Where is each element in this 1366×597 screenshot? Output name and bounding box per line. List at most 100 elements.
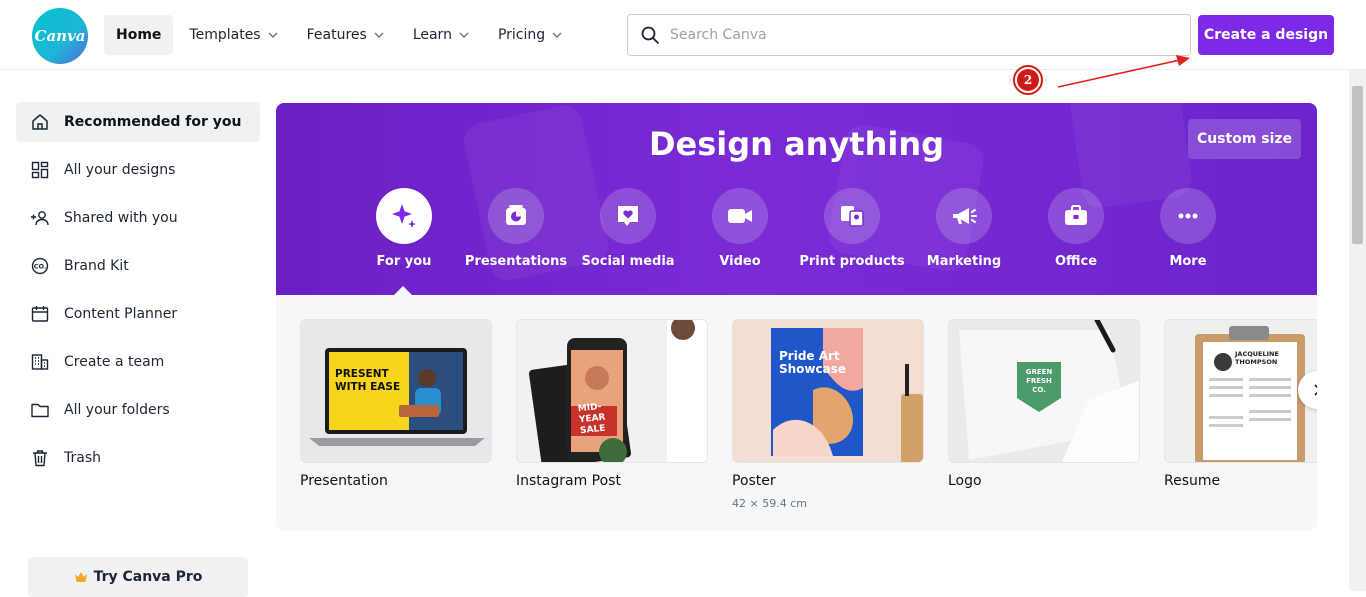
category-video[interactable]: Video (684, 188, 796, 269)
nav-templates[interactable]: Templates (177, 15, 290, 55)
create-design-button[interactable]: Create a design (1198, 15, 1334, 55)
brand-icon: CO. (31, 257, 49, 275)
category-label: Print products (799, 254, 905, 269)
category-social-media[interactable]: Social media (572, 188, 684, 269)
trash-icon (33, 450, 47, 467)
sparkle-icon (392, 204, 416, 228)
calendar-icon (31, 306, 49, 322)
custom-size-button[interactable]: Custom size (1188, 119, 1301, 159)
megaphone-icon (953, 208, 977, 224)
heart-chat-icon (618, 206, 638, 226)
category-label: For you (376, 254, 432, 269)
template-thumbnail: MID-YEAR SALE (516, 319, 708, 463)
thumbnail-text: GREEN FRESH CO. (1025, 368, 1053, 394)
template-thumbnail: PRESENT WITH EASE (300, 319, 492, 463)
sidebar-item-trash[interactable]: Trash (16, 438, 260, 478)
thumbnail-text: MID-YEAR SALE (577, 401, 607, 437)
sidebar-item-create-team[interactable]: Create a team (16, 342, 260, 382)
sidebar-item-all-designs[interactable]: All your designs (16, 150, 260, 190)
chevron-down-icon (268, 32, 278, 38)
category-for-you[interactable]: For you (348, 188, 460, 269)
sidebar: Recommended for you All your designs Sha… (16, 102, 260, 486)
poster-illustration (771, 328, 923, 462)
category-icon-wrap (1160, 188, 1216, 244)
thumbnail-text: JACQUELINE THOMPSON (1235, 350, 1279, 366)
template-title: Resume (1164, 473, 1221, 489)
banner-title: Design anything (648, 125, 945, 163)
template-title: Presentation (300, 473, 388, 489)
nav-pricing[interactable]: Pricing (486, 15, 575, 55)
category-icon-wrap (376, 188, 432, 244)
template-card-instagram-post[interactable]: MID-YEAR SALE Instagram Post (516, 319, 708, 489)
template-carousel: PRESENT WITH EASE Presentation MID-YEAR … (276, 295, 1317, 531)
category-print-products[interactable]: Print products (796, 188, 908, 269)
chevron-down-icon (459, 32, 469, 38)
category-icon-wrap (824, 188, 880, 244)
video-icon (728, 209, 752, 223)
category-label: Presentations (464, 254, 568, 269)
template-thumbnail: Pride Art Showcase (732, 319, 924, 463)
category-label: Marketing (926, 254, 1002, 269)
category-label: Video (719, 254, 761, 269)
template-title: Poster (732, 473, 776, 489)
template-size: 42 × 59.4 cm (732, 497, 807, 510)
grid-icon (31, 161, 49, 179)
category-more[interactable]: More (1132, 188, 1244, 269)
main-nav: Home Templates Features Learn Pricing (104, 15, 575, 55)
sidebar-item-brand-kit[interactable]: CO. Brand Kit (16, 246, 260, 286)
step-annotation: 2 (1013, 65, 1043, 95)
search-input[interactable] (670, 27, 1178, 43)
category-icon-wrap (600, 188, 656, 244)
template-card-poster[interactable]: Pride Art Showcase Poster 42 × 59.4 cm (732, 319, 924, 510)
folder-icon (31, 403, 49, 418)
people-icon (31, 211, 49, 226)
briefcase-icon (1065, 205, 1087, 225)
category-icon-wrap (488, 188, 544, 244)
sidebar-item-shared[interactable]: Shared with you (16, 198, 260, 238)
template-card-presentation[interactable]: PRESENT WITH EASE Presentation (300, 319, 492, 489)
category-icon-wrap (936, 188, 992, 244)
category-label: Social media (581, 254, 675, 269)
sidebar-item-content-planner[interactable]: Content Planner (16, 294, 260, 334)
category-label: Office (1054, 254, 1098, 269)
building-icon (31, 354, 49, 370)
resume-illustration (1195, 326, 1305, 462)
try-pro-button[interactable]: Try Canva Pro (28, 557, 248, 597)
phone-illustration (528, 320, 707, 462)
search-icon (641, 26, 659, 44)
search-box (627, 14, 1191, 56)
category-icon-wrap (712, 188, 768, 244)
sidebar-item-folders[interactable]: All your folders (16, 390, 260, 430)
category-marketing[interactable]: Marketing (908, 188, 1020, 269)
nav-learn[interactable]: Learn (401, 15, 482, 55)
presentation-icon (506, 205, 526, 225)
more-icon (1178, 213, 1198, 219)
nav-features[interactable]: Features (295, 15, 397, 55)
category-label: More (1169, 254, 1207, 269)
home-icon (32, 114, 48, 130)
design-banner: Design anything Custom size For you Pres… (276, 103, 1317, 295)
category-icon-wrap (1048, 188, 1104, 244)
crown-icon (74, 572, 87, 582)
chevron-down-icon (552, 32, 562, 38)
category-list: For you Presentations Social media Video… (348, 188, 1244, 269)
chevron-right-icon (1314, 384, 1317, 396)
thumbnail-text: PRESENT WITH EASE (335, 368, 401, 393)
canva-logo[interactable]: Canva (32, 8, 88, 64)
thumbnail-text: Pride Art Showcase (779, 349, 847, 376)
selected-category-pointer (393, 286, 413, 295)
annotation-arrow (1057, 55, 1190, 88)
nav-home[interactable]: Home (104, 15, 174, 55)
template-card-logo[interactable]: GREEN FRESH CO. Logo (948, 319, 1140, 489)
template-title: Instagram Post (516, 473, 621, 489)
template-thumbnail: JACQUELINE THOMPSON (1164, 319, 1317, 463)
scrollbar-thumb[interactable] (1352, 86, 1363, 244)
template-card-resume[interactable]: JACQUELINE THOMPSON Resume (1164, 319, 1317, 489)
category-office[interactable]: Office (1020, 188, 1132, 269)
sidebar-item-recommended[interactable]: Recommended for you (16, 102, 260, 142)
category-presentations[interactable]: Presentations (460, 188, 572, 269)
svg-text:CO.: CO. (34, 263, 47, 271)
template-title: Logo (948, 473, 982, 489)
print-icon (841, 206, 864, 227)
template-thumbnail: GREEN FRESH CO. (948, 319, 1140, 463)
